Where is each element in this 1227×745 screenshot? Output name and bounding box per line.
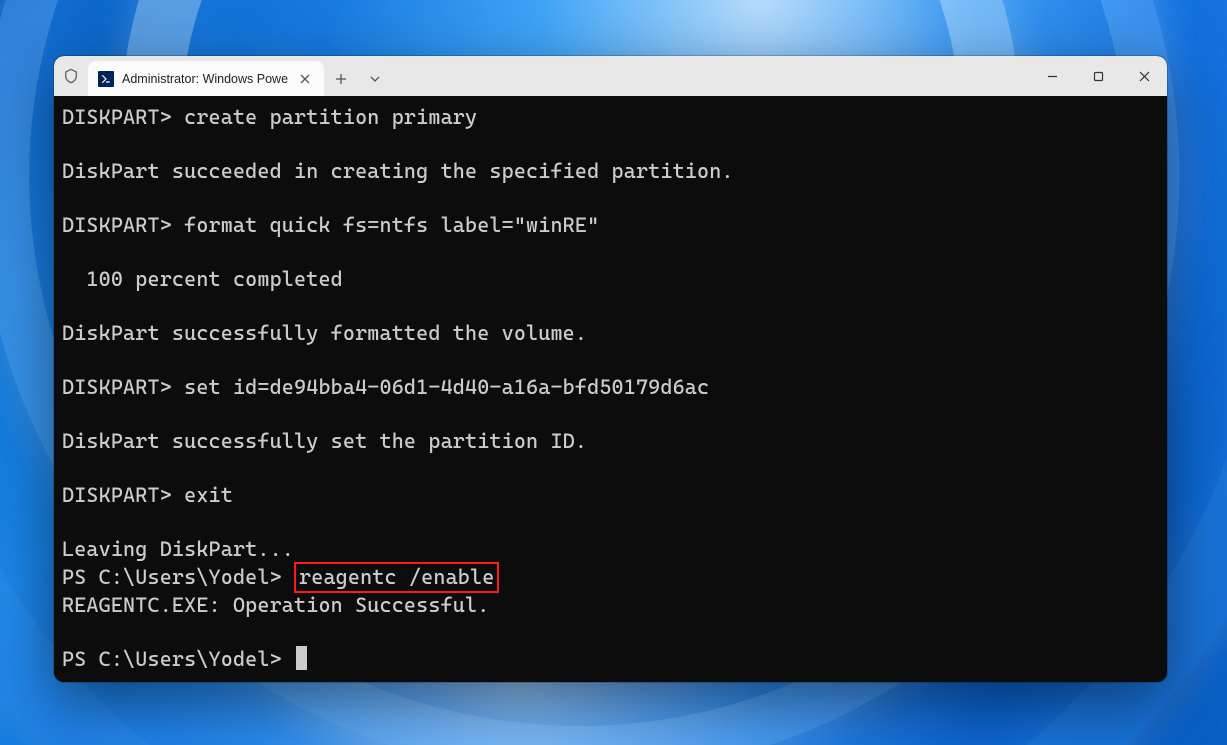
maximize-icon	[1093, 71, 1104, 82]
minimize-icon	[1047, 71, 1058, 82]
terminal-line: DISKPART> format quick fs=ntfs label="wi…	[62, 212, 1159, 239]
terminal-line: REAGENTC.EXE: Operation Successful.	[62, 592, 1159, 619]
terminal-line	[62, 239, 1159, 266]
tab-title: Administrator: Windows Powe	[122, 72, 288, 86]
terminal-line	[62, 293, 1159, 320]
terminal-line: DiskPart succeeded in creating the speci…	[62, 158, 1159, 185]
terminal-line	[62, 455, 1159, 482]
terminal-line	[62, 401, 1159, 428]
tab-dropdown-button[interactable]	[358, 61, 392, 96]
tab-powershell[interactable]: Administrator: Windows Powe	[88, 61, 324, 96]
highlighted-command: reagentc /enable	[294, 562, 499, 593]
tab-close-button[interactable]	[296, 70, 314, 88]
maximize-button[interactable]	[1075, 56, 1121, 96]
terminal-content[interactable]: DISKPART> create partition primary DiskP…	[54, 96, 1167, 682]
close-icon	[1139, 71, 1150, 82]
terminal-line	[62, 509, 1159, 536]
terminal-line: DISKPART> create partition primary	[62, 104, 1159, 131]
terminal-line	[62, 347, 1159, 374]
terminal-line: DISKPART> set id=de94bba4-06d1-4d40-a16a…	[62, 374, 1159, 401]
terminal-window: Administrator: Windows Powe	[54, 56, 1167, 682]
terminal-line: DISKPART> exit	[62, 482, 1159, 509]
terminal-line	[62, 619, 1159, 646]
cursor	[296, 646, 307, 670]
terminal-line: DiskPart successfully formatted the volu…	[62, 320, 1159, 347]
close-window-button[interactable]	[1121, 56, 1167, 96]
powershell-icon	[98, 71, 114, 87]
close-icon	[300, 74, 310, 84]
terminal-line-highlighted: PS C:\Users\Yodel> reagentc /enable	[62, 563, 1159, 592]
titlebar-drag-region[interactable]	[392, 56, 1029, 96]
shield-icon	[54, 56, 88, 96]
terminal-line: 100 percent completed	[62, 266, 1159, 293]
titlebar[interactable]: Administrator: Windows Powe	[54, 56, 1167, 96]
new-tab-button[interactable]	[324, 61, 358, 96]
terminal-line	[62, 185, 1159, 212]
minimize-button[interactable]	[1029, 56, 1075, 96]
terminal-line: Leaving DiskPart...	[62, 536, 1159, 563]
chevron-down-icon	[370, 74, 380, 84]
terminal-prompt: PS C:\Users\Yodel>	[62, 646, 1159, 673]
terminal-line: DiskPart successfully set the partition …	[62, 428, 1159, 455]
terminal-line	[62, 131, 1159, 158]
plus-icon	[335, 73, 347, 85]
